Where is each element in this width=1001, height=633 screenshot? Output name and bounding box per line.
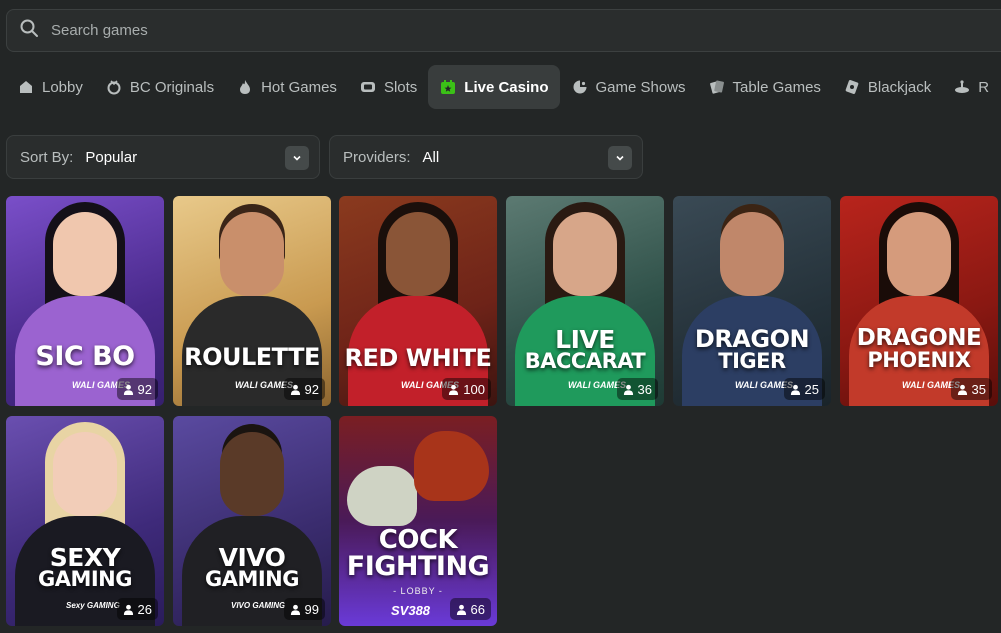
sort-by-select[interactable]: Sort By: Popular — [6, 135, 320, 179]
search-input[interactable] — [51, 22, 651, 39]
player-count: 92 — [283, 378, 325, 400]
tab-slots[interactable]: Slots — [348, 65, 428, 109]
blackjack-icon — [844, 79, 860, 95]
tab-label: Game Shows — [595, 78, 686, 96]
live-casino-icon — [440, 79, 456, 95]
search-icon — [19, 18, 39, 43]
tab-table-games[interactable]: Table Games — [697, 65, 832, 109]
player-count: 66 — [449, 598, 491, 620]
tab-label: Table Games — [732, 78, 821, 96]
tab-lobby[interactable]: Lobby — [6, 65, 94, 109]
providers-value: All — [422, 148, 440, 166]
tab-hot-games[interactable]: Hot Games — [225, 65, 348, 109]
providers-label: Providers: — [343, 148, 411, 166]
game-title: ROULETTE — [184, 343, 320, 371]
game-card-dragone-phoenix[interactable]: DRAGONE PHOENIX WALI GAMES 35 — [840, 196, 998, 406]
game-card-red-white[interactable]: RED WHITE WALI GAMES 100 — [339, 196, 497, 406]
user-icon — [957, 384, 967, 395]
tab-bc-originals[interactable]: BC Originals — [94, 65, 225, 109]
game-title-line1: DRAGONE — [856, 325, 982, 351]
game-title-line2: TIGER — [718, 349, 786, 373]
tab-label: Slots — [383, 78, 418, 96]
game-title-line2: FIGHTING — [346, 551, 490, 582]
providers-select[interactable]: Providers: All — [329, 135, 643, 179]
game-shows-icon — [572, 79, 588, 95]
tab-game-shows[interactable]: Game Shows — [560, 65, 697, 109]
player-count: 36 — [616, 378, 658, 400]
slots-icon — [360, 79, 376, 95]
player-count: 25 — [783, 378, 825, 400]
game-title-line1: DRAGON — [694, 325, 810, 353]
sort-by-value: Popular — [85, 148, 138, 166]
player-count: 100 — [442, 378, 491, 400]
tab-label: Live Casino — [464, 78, 549, 96]
player-count: 26 — [116, 598, 158, 620]
user-icon — [290, 384, 300, 395]
flame-icon — [237, 79, 253, 95]
rooster-image — [414, 431, 489, 501]
game-card-live-baccarat[interactable]: LIVE BACCARAT WALI GAMES 36 — [506, 196, 664, 406]
provider-logo: SV388 — [391, 603, 431, 618]
user-icon — [290, 604, 300, 615]
roulette-icon — [954, 79, 970, 95]
game-title-line1: COCK — [378, 525, 458, 555]
provider-logo: VIVO GAMING — [231, 601, 286, 610]
tab-label: R — [978, 78, 990, 96]
game-card-sic-bo[interactable]: SIC BO WALI GAMES 92 — [6, 196, 164, 406]
game-title-line2: PHOENIX — [867, 348, 971, 372]
bc-originals-icon — [106, 79, 122, 95]
tab-live-casino[interactable]: Live Casino — [428, 65, 560, 109]
game-title-line2: BACCARAT — [524, 349, 646, 373]
cards-icon — [709, 79, 725, 95]
category-tabs: Lobby BC Originals Hot Games Slots Live … — [6, 65, 1000, 109]
search-bar[interactable] — [6, 9, 1001, 52]
provider-logo: Sexy GAMING — [66, 601, 120, 610]
game-card-sexy-gaming[interactable]: SEXY GAMING Sexy GAMING 26 — [6, 416, 164, 626]
game-title: RED WHITE — [344, 344, 492, 372]
player-count: 92 — [116, 378, 158, 400]
chevron-down-icon[interactable] — [608, 146, 632, 170]
player-count: 99 — [283, 598, 325, 620]
game-card-cock-fighting[interactable]: COCK FIGHTING - LOBBY - SV388 66 — [339, 416, 497, 626]
game-title-line2: GAMING — [37, 567, 133, 591]
user-icon — [123, 604, 133, 615]
user-icon — [623, 384, 633, 395]
player-count: 35 — [950, 378, 992, 400]
tab-roulette[interactable]: R — [942, 65, 1000, 109]
user-icon — [790, 384, 800, 395]
game-subtitle: - LOBBY - — [393, 586, 443, 596]
user-icon — [123, 384, 133, 395]
tab-label: BC Originals — [129, 78, 215, 96]
game-title: SIC BO — [35, 341, 135, 372]
rooster-image — [347, 466, 417, 526]
tab-label: Lobby — [42, 78, 83, 96]
game-card-vivo-gaming[interactable]: VIVO GAMING VIVO GAMING 99 — [173, 416, 331, 626]
tab-blackjack[interactable]: Blackjack — [832, 65, 942, 109]
tab-label: Hot Games — [261, 78, 337, 96]
game-card-dragon-tiger[interactable]: DRAGON TIGER WALI GAMES 25 — [673, 196, 831, 406]
user-icon — [456, 604, 466, 615]
tab-label: Blackjack — [867, 78, 932, 96]
game-title-line2: GAMING — [204, 567, 300, 591]
sort-by-label: Sort By: — [20, 148, 74, 166]
user-icon — [449, 384, 459, 395]
chevron-down-icon[interactable] — [285, 146, 309, 170]
home-icon — [18, 79, 34, 95]
game-card-roulette[interactable]: ROULETTE WALI GAMES 92 — [173, 196, 331, 406]
